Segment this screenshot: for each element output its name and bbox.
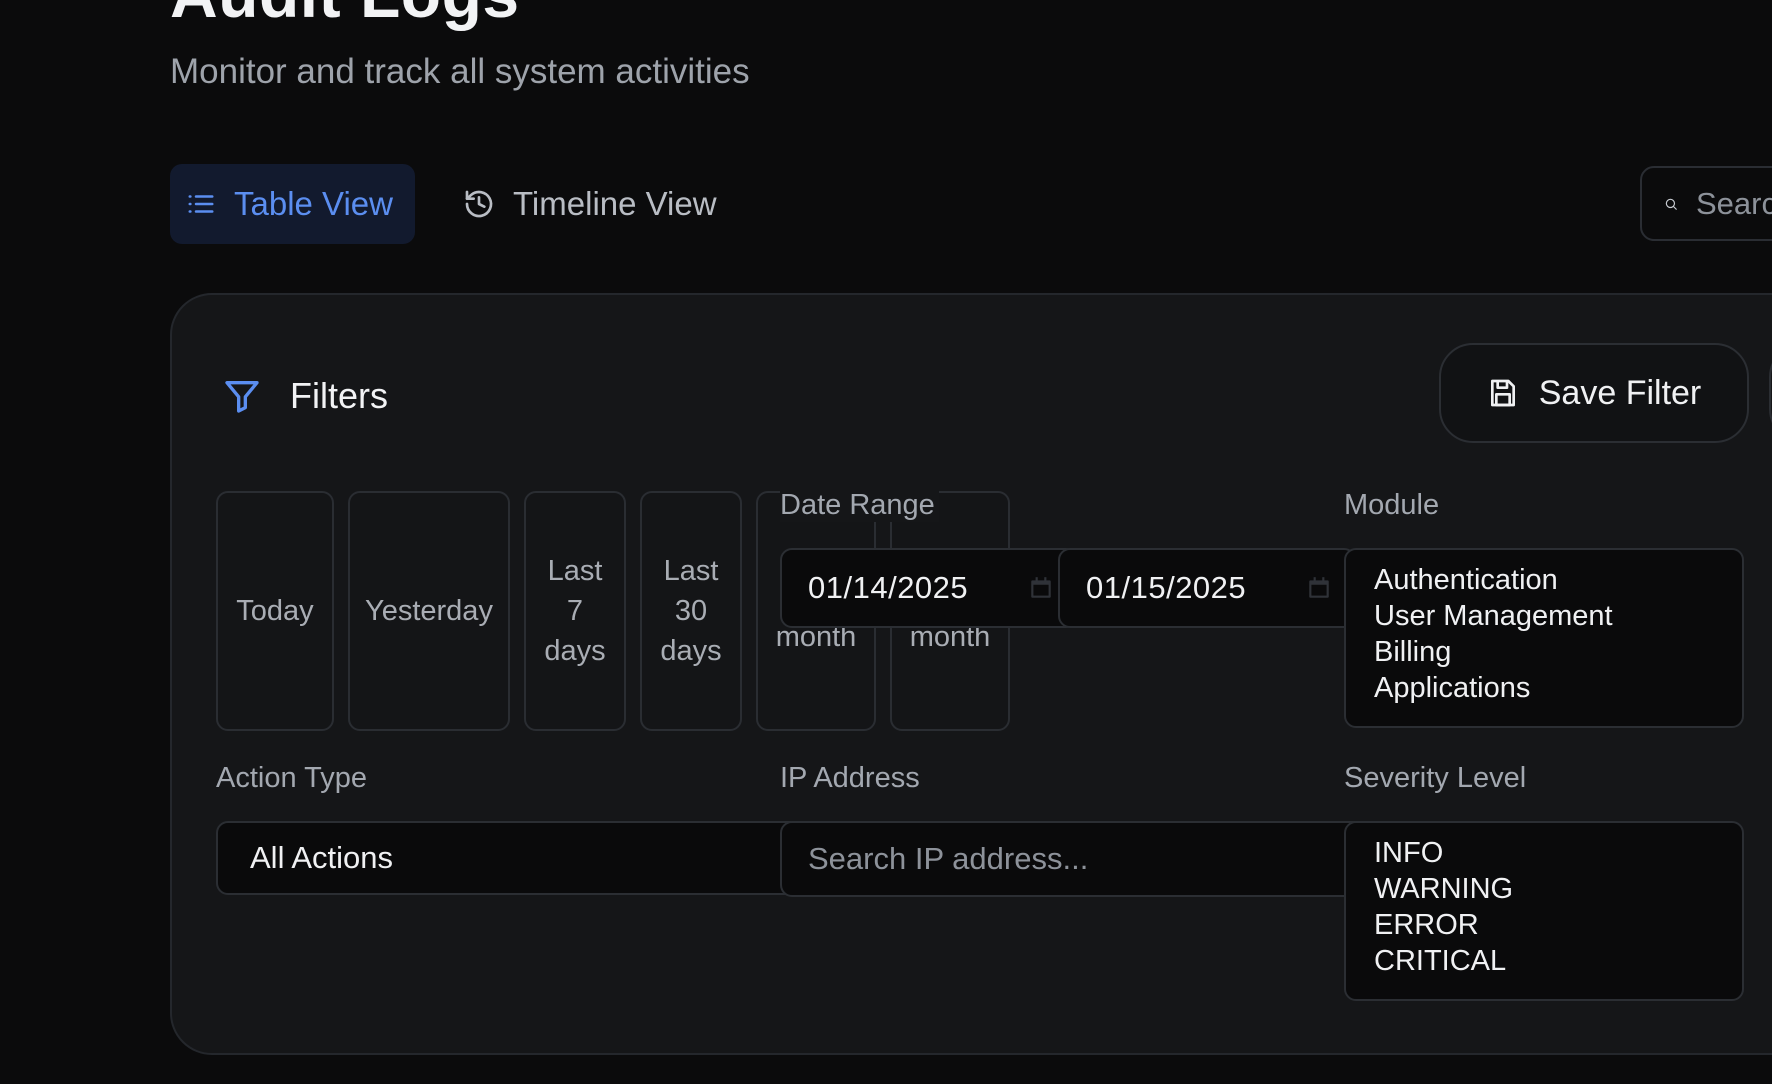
list-icon [188,195,214,213]
module-listbox[interactable]: Authentication User Management Billing A… [1344,548,1744,728]
severity-option[interactable]: ERROR [1374,907,1742,943]
tab-label: Timeline View [513,185,717,222]
quick-range-last-30-days[interactable]: Last 30 days [640,491,742,731]
quick-range-label: days [544,635,606,667]
filters-panel: Filters Save Filter Today Yesterday Last… [170,293,1772,1055]
severity-option[interactable]: INFO [1374,835,1742,871]
quick-range-today[interactable]: Today [216,491,334,731]
tab-table-view[interactable]: Table View [170,164,415,244]
quick-range-label: Last [547,555,603,587]
ip-address-input[interactable] [780,821,1388,897]
module-option[interactable]: Applications [1374,670,1742,706]
quick-range-label: days [660,635,722,667]
filter-icon [225,381,259,413]
quick-range-label: 7 [566,595,584,627]
quick-range-label: Last [663,555,719,587]
module-option[interactable]: Billing [1374,634,1742,670]
save-filter-button[interactable]: Save Filter [1439,343,1749,443]
severity-option[interactable]: WARNING [1374,871,1742,907]
severity-label: Severity Level [1344,762,1527,794]
date-start-value: 01/14/2025 [808,570,969,605]
tab-timeline-view[interactable]: Timeline View [447,164,733,244]
filters-title: Filters [290,375,388,416]
filters-header: Filters [222,375,388,417]
calendar-icon[interactable] [1028,575,1054,601]
page-title: Audit Logs [170,0,520,32]
save-icon [1490,379,1515,407]
quick-range-label: Yesterday [365,595,493,627]
history-icon [465,190,493,218]
module-option[interactable]: User Management [1374,598,1742,634]
calendar-icon[interactable] [1306,575,1332,601]
action-type-select[interactable]: All Actions [216,821,821,895]
quick-range-label: 30 [674,595,708,627]
save-filter-label: Save Filter [1538,373,1702,412]
date-end-input[interactable]: 01/15/2025 [1058,548,1356,628]
quick-range-yesterday[interactable]: Yesterday [348,491,510,731]
search-input[interactable] [1694,184,1772,223]
tab-label: Table View [234,185,393,222]
date-start-input[interactable]: 01/14/2025 [780,548,1078,628]
search-icon [1665,198,1677,210]
module-option[interactable]: Authentication [1374,562,1742,598]
severity-option[interactable]: CRITICAL [1374,943,1742,979]
date-end-value: 01/15/2025 [1086,570,1247,605]
action-type-value: All Actions [250,840,394,875]
quick-range-last-7-days[interactable]: Last 7 days [524,491,626,731]
date-range-label: Date Range [780,489,939,522]
search-box[interactable] [1640,166,1772,241]
ip-address-label: IP Address [780,762,920,794]
module-label: Module [1344,489,1440,521]
action-type-label: Action Type [216,762,368,794]
page-subtitle: Monitor and track all system activities [170,52,750,91]
quick-range-label: Today [236,595,314,627]
severity-listbox[interactable]: INFO WARNING ERROR CRITICAL [1344,821,1744,1001]
audit-logs-page: Audit Logs Monitor and track all system … [0,0,1772,1084]
